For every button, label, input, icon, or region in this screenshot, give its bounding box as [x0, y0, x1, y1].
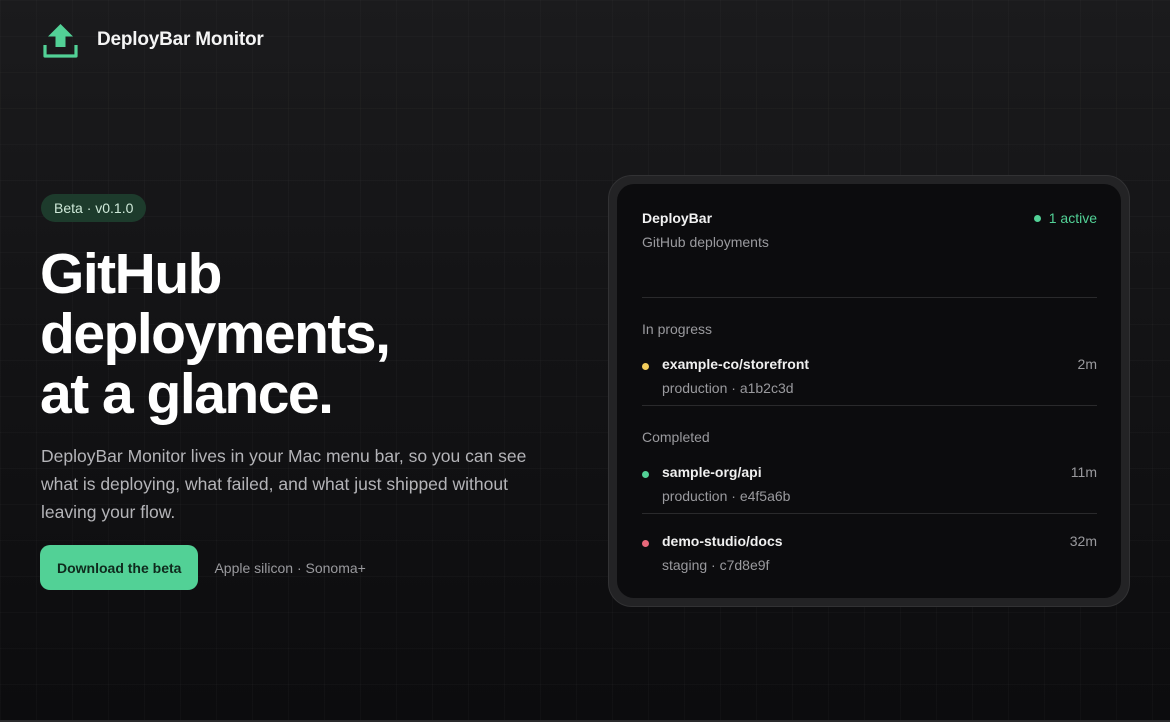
- status-dot-icon: [642, 540, 649, 547]
- active-dot-icon: [1033, 214, 1041, 222]
- deployment-time: 32m: [1069, 533, 1097, 549]
- active-status: 1 active: [1033, 210, 1097, 226]
- deployment-repo: demo-studio/docs: [662, 533, 783, 549]
- deployment-row[interactable]: sample-org/api production · e4f5a6b 11m: [642, 445, 1097, 514]
- download-beta-button[interactable]: Download the beta: [40, 545, 199, 590]
- cta-row: Download the beta Apple silicon · Sonoma…: [40, 545, 366, 590]
- deployment-meta: staging · c7d8e9f: [662, 557, 770, 573]
- preview-title: DeployBar: [642, 210, 713, 226]
- preview-header: DeployBar GitHub deployments 1 active: [642, 210, 1097, 298]
- deployment-row[interactable]: example-co/storefront production · a1b2c…: [642, 337, 1097, 406]
- preview-subtitle: GitHub deployments: [642, 234, 769, 250]
- upload-icon: [43, 24, 78, 58]
- deployment-repo: sample-org/api: [662, 464, 762, 480]
- section-label-in-progress: In progress: [642, 321, 713, 337]
- headline-line-3: at a glance.: [40, 362, 334, 426]
- status-dot-icon: [642, 363, 649, 370]
- deployment-meta: production · e4f5a6b: [662, 488, 791, 504]
- version-badge: Beta · v0.1.0: [41, 194, 147, 222]
- deployment-time: 2m: [1077, 356, 1097, 372]
- platform-requirements: Apple silicon · Sonoma+: [214, 559, 366, 576]
- active-count: 1 active: [1048, 210, 1097, 226]
- deployment-meta: production · a1b2c3d: [662, 380, 794, 396]
- headline-line-2: deployments,: [40, 302, 391, 366]
- preview-panel: DeployBar GitHub deployments 1 active In…: [617, 184, 1121, 598]
- status-dot-icon: [642, 471, 649, 478]
- menu-bar-preview: DeployBar GitHub deployments 1 active In…: [608, 175, 1130, 607]
- deployment-repo: example-co/storefront: [662, 356, 810, 372]
- page-title: GitHub deployments, at a glance.: [40, 244, 560, 424]
- brand-name: DeployBar Monitor: [97, 29, 264, 50]
- hero-description: DeployBar Monitor lives in your Mac menu…: [41, 446, 527, 522]
- deployment-time: 11m: [1070, 464, 1097, 480]
- brand[interactable]: DeployBar Monitor: [42, 22, 264, 58]
- section-label-completed: Completed: [642, 429, 710, 445]
- deployment-row[interactable]: demo-studio/docs staging · c7d8e9f 32m: [642, 514, 1097, 583]
- headline-line-1: GitHub: [40, 242, 222, 306]
